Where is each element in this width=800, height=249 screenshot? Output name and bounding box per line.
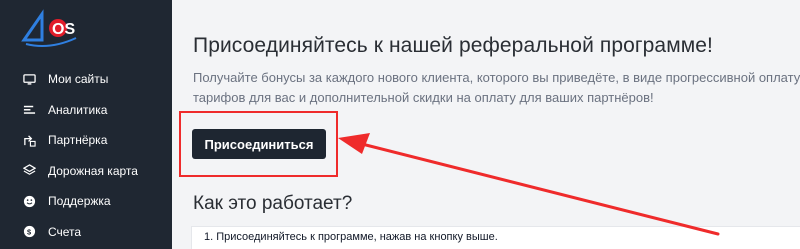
sidebar-item-label: Счета: [48, 224, 82, 239]
step-card: 1. Присоединяйтесь к программе, нажав на…: [191, 226, 800, 249]
page-title: Присоединяйтесь к нашей реферальной прог…: [193, 34, 713, 57]
join-program-button[interactable]: Присоединиться: [192, 129, 326, 159]
bars-icon: [22, 103, 36, 117]
sidebar-item-label: Мои сайты: [48, 72, 109, 87]
sidebar-item-analytics[interactable]: Аналитика: [0, 95, 172, 126]
how-it-works-heading: Как это работает?: [193, 193, 353, 214]
sidebar-item-roadmap[interactable]: Дорожная карта: [0, 156, 172, 187]
step-item: 1. Присоединяйтесь к программе, нажав на…: [204, 231, 498, 243]
smile-icon: [22, 194, 36, 208]
sidebar-item-partner[interactable]: Партнёрка: [0, 125, 172, 156]
sidebar-item-label: Поддержка: [48, 194, 111, 209]
monitor-icon: [22, 72, 36, 86]
sidebar-item-my-sites[interactable]: Мои сайты: [0, 64, 172, 95]
svg-text:OS: OS: [52, 21, 75, 38]
sidebar-item-invoices[interactable]: $ Счета: [0, 217, 172, 248]
page-description: Получайте бонусы за каждого нового клиен…: [193, 70, 800, 105]
main-content: Присоединяйтесь к нашей реферальной прог…: [172, 0, 800, 249]
layers-icon: [22, 164, 36, 178]
coin-icon: $: [22, 225, 36, 239]
sidebar: OS Мои сайты Аналитика Партнёрка Дорожна…: [0, 0, 172, 249]
brand-logo[interactable]: OS: [20, 8, 80, 50]
sidebar-nav: Мои сайты Аналитика Партнёрка Дорожная к…: [0, 64, 172, 247]
sidebar-item-support[interactable]: Поддержка: [0, 186, 172, 217]
share-icon: [22, 133, 36, 147]
sidebar-item-label: Аналитика: [48, 102, 108, 117]
sidebar-item-label: Дорожная карта: [48, 163, 138, 178]
sidebar-item-label: Партнёрка: [48, 133, 108, 148]
